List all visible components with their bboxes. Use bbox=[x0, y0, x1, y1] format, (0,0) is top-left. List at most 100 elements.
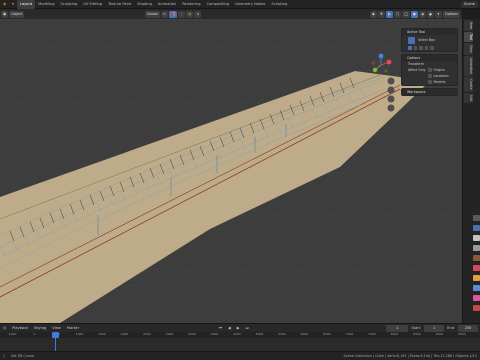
shading-solid-icon[interactable]: ● bbox=[410, 10, 418, 18]
visibility-icon[interactable]: ◉ bbox=[369, 10, 377, 18]
gizmo-icon[interactable]: ✣ bbox=[377, 10, 385, 18]
end-frame-field[interactable]: 250 bbox=[458, 324, 478, 332]
jump-end-icon[interactable]: ⏭ bbox=[243, 326, 252, 330]
sidebar-tab-view[interactable]: View bbox=[464, 43, 473, 56]
shading-rendered-icon[interactable]: ◕ bbox=[426, 10, 434, 18]
menu-file[interactable]: ▾ bbox=[9, 0, 17, 9]
timeline-editor-icon[interactable]: ◷ bbox=[0, 326, 9, 330]
properties-object-icon[interactable] bbox=[473, 275, 480, 281]
editor-type-icon[interactable]: ▣ bbox=[1, 10, 9, 18]
overlay-icon[interactable]: ◐ bbox=[385, 10, 393, 18]
affect-parents-row: Parents bbox=[402, 79, 457, 85]
orientation-selector[interactable]: Global bbox=[144, 10, 160, 18]
timeline-menu-marker[interactable]: Marker bbox=[64, 326, 82, 330]
workspace-tab-bar: ◉ ▾ Layout Modeling Sculpting UV Editing… bbox=[0, 0, 480, 9]
select-mode-set-icon[interactable] bbox=[408, 46, 412, 50]
viewport-header: ▣ Object Global ⊙ 🧲 ⋮ ◎ ∧ ◉ ✣ ◐ ▢ ◯ ● ◑ … bbox=[0, 9, 462, 19]
proportional-edit-icon[interactable]: ◎ bbox=[186, 10, 194, 18]
properties-view-layer-icon[interactable] bbox=[473, 245, 480, 251]
select-mode-row bbox=[402, 45, 457, 51]
properties-tool-icon[interactable] bbox=[473, 215, 480, 221]
properties-world-icon[interactable] bbox=[473, 265, 480, 271]
timeline-tick-label: 9000 bbox=[435, 332, 444, 336]
workspace-tab-shading[interactable]: Shading bbox=[134, 0, 155, 9]
workspace-header[interactable]: Workspace bbox=[402, 89, 457, 95]
sidebar-tab-animation[interactable]: Animation bbox=[464, 56, 473, 77]
scene-selector[interactable]: Scene bbox=[461, 0, 478, 8]
workspace-tab-texture-paint[interactable]: Texture Paint bbox=[105, 0, 134, 9]
mode-selector[interactable]: Object bbox=[9, 10, 25, 18]
workspace-tab-compositing[interactable]: Compositing bbox=[204, 0, 233, 9]
timeline-tick-label: 5500 bbox=[278, 332, 286, 336]
3d-viewport[interactable] bbox=[0, 19, 462, 323]
play-reverse-icon[interactable]: ◀ bbox=[225, 326, 234, 330]
timeline-tick-label: -1000 bbox=[7, 332, 17, 336]
jump-start-icon[interactable]: ⏮ bbox=[216, 326, 225, 330]
select-mode-invert-icon[interactable] bbox=[424, 46, 428, 50]
workspace-tab-layout[interactable]: Layout bbox=[16, 0, 36, 9]
affect-only-label: Affect Only bbox=[408, 68, 426, 72]
options-button[interactable]: Options bbox=[442, 10, 460, 18]
workspace-tab-scripting[interactable]: Scripting bbox=[268, 0, 290, 9]
start-frame-field[interactable]: 1 bbox=[424, 324, 445, 332]
end-frame-label: End bbox=[447, 326, 454, 330]
origins-label: Origins bbox=[433, 68, 445, 72]
timeline-ruler[interactable]: -100005001000150020002500300035004000450… bbox=[0, 332, 480, 338]
options-panel: Options Transform Affect Only Origins Lo… bbox=[401, 54, 458, 86]
locations-checkbox[interactable] bbox=[428, 74, 432, 78]
parents-checkbox[interactable] bbox=[428, 80, 432, 84]
select-mode-extend-icon[interactable] bbox=[413, 46, 417, 50]
sidebar-tab-item[interactable]: Item bbox=[464, 20, 473, 32]
falloff-icon[interactable]: ∧ bbox=[194, 10, 202, 18]
snap-target-icon[interactable]: ⋮ bbox=[177, 10, 186, 18]
sidebar-tab-create[interactable]: Create bbox=[464, 77, 473, 92]
select-mode-subtract-icon[interactable] bbox=[419, 46, 423, 50]
xray-icon[interactable]: ▢ bbox=[393, 10, 402, 18]
active-tool-name: Select Box bbox=[418, 38, 435, 42]
select-mode-intersect-icon[interactable] bbox=[430, 46, 434, 50]
select-box-icon[interactable] bbox=[408, 36, 415, 44]
timeline-tick-label: 1500 bbox=[98, 332, 106, 336]
properties-physics-icon[interactable] bbox=[473, 295, 480, 301]
blender-menu-icon[interactable]: ◉ bbox=[0, 0, 9, 9]
workspace-tab-uv-editing[interactable]: UV Editing bbox=[80, 0, 105, 9]
workspace-tab-sculpting[interactable]: Sculpting bbox=[58, 0, 81, 9]
shading-wireframe-icon[interactable]: ◯ bbox=[402, 10, 410, 18]
properties-material-icon[interactable] bbox=[473, 305, 480, 311]
sidebar-tab-edit[interactable]: Edit bbox=[464, 92, 473, 104]
pivot-icon[interactable]: ⊙ bbox=[160, 10, 168, 18]
timeline-tick-label: 6500 bbox=[323, 332, 331, 336]
properties-modifier-icon[interactable] bbox=[473, 285, 480, 291]
workspace-panel: Workspace bbox=[401, 88, 458, 96]
timeline-tick-label: 2500 bbox=[143, 332, 151, 336]
playhead-line bbox=[55, 338, 56, 351]
timeline-header: ◷ Playback Keying View Marker ⏮ ◀ ▶ ⏭ 1 … bbox=[0, 323, 480, 332]
sidebar-tab-tool[interactable]: Tool bbox=[464, 32, 473, 43]
workspace-tab-geometry-nodes[interactable]: Geometry Nodes bbox=[232, 0, 268, 9]
timeline-tick-label: 7500 bbox=[368, 332, 376, 336]
workspace-tab-rendering[interactable]: Rendering bbox=[179, 0, 203, 9]
timeline-menu-playback[interactable]: Playback bbox=[9, 326, 31, 330]
properties-output-icon[interactable] bbox=[473, 235, 480, 241]
properties-render-icon[interactable] bbox=[473, 225, 480, 231]
timeline-menu-keying[interactable]: Keying bbox=[31, 326, 49, 330]
scene-statistics: Scene Collection | Cube | Verts:8,192 | … bbox=[343, 354, 477, 358]
current-frame-field[interactable]: 1 bbox=[386, 324, 409, 332]
workspace-tab-animation[interactable]: Animation bbox=[155, 0, 179, 9]
properties-scene-icon[interactable] bbox=[473, 255, 480, 261]
timeline-tick-label: 0 bbox=[33, 332, 36, 336]
timeline-tick-label: 3500 bbox=[188, 332, 196, 336]
timeline-menu-view[interactable]: View bbox=[49, 326, 64, 330]
play-icon[interactable]: ▶ bbox=[234, 326, 243, 330]
shading-material-icon[interactable]: ◑ bbox=[418, 10, 426, 18]
status-hint: Set 3D Cursor bbox=[10, 354, 35, 358]
snap-icon[interactable]: 🧲 bbox=[168, 10, 177, 18]
origins-checkbox[interactable] bbox=[428, 68, 432, 72]
active-tool-row: Select Box bbox=[402, 35, 457, 45]
viewport-scene bbox=[0, 19, 462, 323]
active-tool-panel: Active Tool Select Box bbox=[401, 28, 458, 52]
shading-options-icon[interactable]: ▾ bbox=[434, 10, 442, 18]
timeline-tick-label: 8500 bbox=[413, 332, 421, 336]
workspace-tab-modeling[interactable]: Modeling bbox=[35, 0, 57, 9]
sidebar-panel: Active Tool Select Box Options Transform… bbox=[401, 28, 458, 116]
